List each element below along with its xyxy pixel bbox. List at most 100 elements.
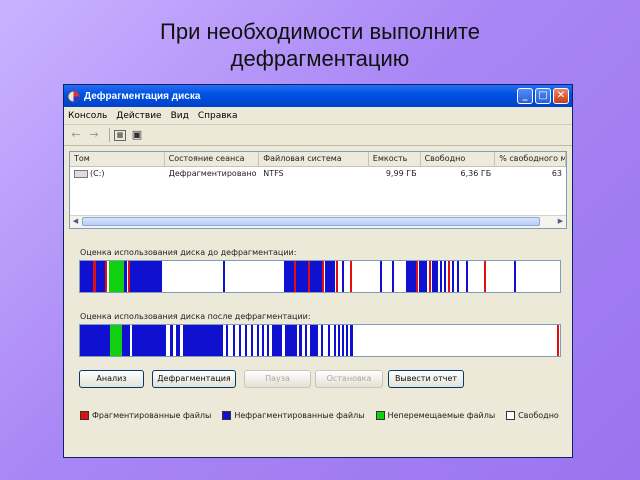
stop-button[interactable]: Остановка bbox=[315, 370, 383, 388]
toolbar-separator bbox=[109, 128, 110, 142]
session-status: Дефрагментировано bbox=[168, 169, 257, 178]
map-segment bbox=[429, 261, 431, 292]
map-segment bbox=[262, 325, 264, 356]
map-segment bbox=[310, 261, 322, 292]
map-segment bbox=[448, 261, 450, 292]
map-segment bbox=[294, 261, 296, 292]
map-segment bbox=[322, 261, 324, 292]
legend-item-unmovable: Неперемещаемые файлы bbox=[375, 411, 495, 420]
menu-action[interactable]: Действие bbox=[116, 111, 161, 121]
volume-list-header: Том Состояние сеанса Файловая система Ем… bbox=[70, 152, 566, 167]
map-segment bbox=[251, 325, 253, 356]
window-title: Дефрагментация диска bbox=[84, 90, 201, 102]
map-segment bbox=[325, 261, 335, 292]
before-label: Оценка использования диска до дефрагмент… bbox=[80, 248, 297, 257]
map-segment bbox=[93, 261, 96, 292]
map-segment bbox=[328, 325, 330, 356]
after-label: Оценка использования диска после дефрагм… bbox=[80, 312, 311, 321]
map-segment bbox=[124, 261, 127, 292]
map-segment bbox=[466, 261, 468, 292]
map-segment bbox=[334, 325, 336, 356]
map-segment bbox=[233, 325, 235, 356]
before-defrag-bar bbox=[79, 260, 561, 293]
file-system: NTFS bbox=[263, 169, 284, 178]
map-segment bbox=[514, 261, 516, 292]
legend-item-fragmented: Фрагментированные файлы bbox=[80, 411, 211, 420]
close-button[interactable]: ✕ bbox=[553, 88, 569, 104]
map-segment bbox=[105, 261, 107, 292]
map-segment bbox=[226, 325, 228, 356]
free-space: 6,36 ГБ bbox=[460, 169, 492, 178]
menu-help[interactable]: Справка bbox=[198, 111, 238, 121]
defrag-app-icon bbox=[67, 90, 80, 102]
map-segment bbox=[321, 325, 323, 356]
map-segment bbox=[245, 325, 247, 356]
pause-button[interactable]: Пауза bbox=[244, 370, 311, 388]
capacity: 9,99 ГБ bbox=[385, 169, 417, 178]
map-segment bbox=[380, 261, 382, 292]
volume-name: (C:) bbox=[90, 169, 105, 178]
back-arrow-icon[interactable]: ← bbox=[69, 128, 83, 142]
free-space-swatch bbox=[506, 411, 516, 420]
percent-free: 63 bbox=[551, 169, 563, 178]
horizontal-scrollbar[interactable]: ◀ ▶ bbox=[70, 215, 566, 228]
column-volume[interactable]: Том bbox=[70, 152, 165, 166]
column-percent-free[interactable]: % свободного места bbox=[495, 152, 566, 166]
analyze-button[interactable]: Анализ bbox=[79, 370, 144, 388]
scrollbar-thumb[interactable] bbox=[82, 217, 540, 226]
map-segment bbox=[350, 261, 352, 292]
map-segment bbox=[284, 261, 294, 292]
forward-arrow-icon[interactable]: → bbox=[87, 128, 101, 142]
scroll-right-icon[interactable]: ▶ bbox=[555, 216, 566, 227]
table-row[interactable]: (C:) Дефрагментировано NTFS 9,99 ГБ 6,36… bbox=[70, 167, 566, 181]
defragment-button[interactable]: Дефрагментация bbox=[152, 370, 236, 388]
map-segment bbox=[223, 261, 225, 292]
contiguous-swatch bbox=[222, 411, 232, 420]
minimize-button[interactable]: _ bbox=[517, 88, 533, 104]
legend: Фрагментированные файлы Нефрагментирован… bbox=[80, 411, 570, 420]
map-segment bbox=[350, 325, 353, 356]
map-segment bbox=[128, 261, 130, 292]
map-segment bbox=[308, 261, 310, 292]
menu-view[interactable]: Вид bbox=[171, 111, 189, 121]
map-segment bbox=[416, 261, 418, 292]
volume-list: Том Состояние сеанса Файловая система Ем… bbox=[69, 151, 567, 229]
map-segment bbox=[183, 325, 223, 356]
column-file-system[interactable]: Файловая система bbox=[259, 152, 369, 166]
help-icon[interactable]: ▣ bbox=[130, 128, 144, 142]
map-segment bbox=[342, 261, 344, 292]
after-defrag-map bbox=[80, 325, 559, 356]
map-segment bbox=[452, 261, 454, 292]
map-segment bbox=[130, 261, 162, 292]
after-defrag-bar bbox=[79, 324, 561, 357]
map-segment bbox=[305, 325, 307, 356]
map-segment bbox=[440, 261, 442, 292]
map-segment bbox=[419, 261, 427, 292]
column-capacity[interactable]: Емкость bbox=[369, 152, 421, 166]
console-tree-icon[interactable]: ▦ bbox=[114, 129, 126, 141]
map-segment bbox=[432, 261, 438, 292]
slide-title: При необходимости выполните дефрагментац… bbox=[160, 19, 480, 71]
map-segment bbox=[484, 261, 486, 292]
map-segment bbox=[96, 261, 105, 292]
title-bar[interactable]: Дефрагментация диска _ □ ✕ bbox=[64, 85, 572, 107]
map-segment bbox=[267, 325, 269, 356]
map-segment bbox=[176, 325, 180, 356]
map-segment bbox=[392, 261, 394, 292]
map-segment bbox=[257, 325, 259, 356]
map-segment bbox=[132, 325, 166, 356]
scroll-left-icon[interactable]: ◀ bbox=[70, 216, 81, 227]
view-report-button[interactable]: Вывести отчет bbox=[388, 370, 464, 388]
map-segment bbox=[285, 325, 297, 356]
map-segment bbox=[557, 325, 559, 356]
defrag-window: Дефрагментация диска _ □ ✕ Консоль Дейст… bbox=[63, 84, 573, 458]
menu-console[interactable]: Консоль bbox=[68, 111, 107, 121]
map-segment bbox=[310, 325, 318, 356]
map-segment bbox=[336, 261, 338, 292]
maximize-button[interactable]: □ bbox=[535, 88, 551, 104]
column-free-space[interactable]: Свободно bbox=[421, 152, 496, 166]
drive-icon bbox=[74, 169, 88, 178]
column-session-status[interactable]: Состояние сеанса bbox=[165, 152, 260, 166]
map-segment bbox=[110, 325, 122, 356]
map-segment bbox=[122, 325, 130, 356]
